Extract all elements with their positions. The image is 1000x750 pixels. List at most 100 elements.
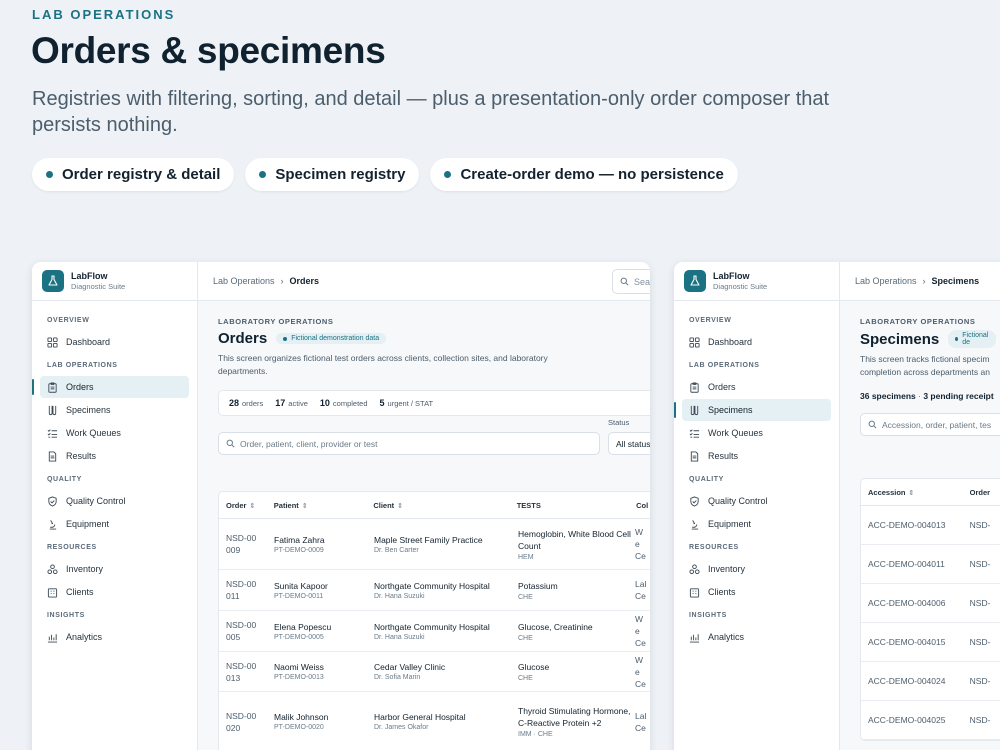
global-search-input[interactable]: Sea <box>612 269 650 294</box>
patient-name: Sunita Kapoor <box>274 580 328 591</box>
sidebar-item-clients[interactable]: Clients <box>40 581 189 603</box>
tests-cell: Glucose CHE <box>511 661 631 682</box>
sidebar-item-quality-control[interactable]: Quality Control <box>40 490 189 512</box>
order-id[interactable]: NSD- <box>970 637 1000 647</box>
sidebar-item-work-queues[interactable]: Work Queues <box>682 422 831 444</box>
breadcrumb-root[interactable]: Lab Operations <box>213 276 275 286</box>
provider-name: Dr. Ben Carter <box>374 546 419 554</box>
sidebar-item-analytics[interactable]: Analytics <box>40 626 189 648</box>
sidebar-item-orders[interactable]: Orders <box>32 376 189 398</box>
status-filter-select[interactable]: All status <box>608 432 650 455</box>
col-collection: Col <box>636 500 649 510</box>
accession-id[interactable]: ACC-DEMO-004011 <box>861 559 970 569</box>
table-header: Accession ⇕ Order <box>861 479 1000 506</box>
sidebar-item-analytics[interactable]: Analytics <box>682 626 831 648</box>
sidebar-item-orders[interactable]: Orders <box>682 376 831 398</box>
order-id[interactable]: NSD- <box>970 559 1000 569</box>
accession-id[interactable]: ACC-DEMO-004024 <box>861 676 970 686</box>
breadcrumb-current: Orders <box>289 276 320 286</box>
sidebar-item-equipment[interactable]: Equipment <box>682 513 831 535</box>
sidebar-item-results[interactable]: Results <box>40 445 189 467</box>
sidebar-item-inventory[interactable]: Inventory <box>682 558 831 580</box>
order-id[interactable]: NSD- <box>970 676 1000 686</box>
sidebar-item-equipment[interactable]: Equipment <box>40 513 189 535</box>
eyebrow: LAB OPERATIONS <box>32 7 176 22</box>
patient-name: Naomi Weiss <box>274 662 324 672</box>
order-search-input[interactable]: Order, patient, client, provider or test <box>218 432 600 455</box>
accession-id[interactable]: ACC-DEMO-004013 <box>861 520 970 530</box>
col-tests: TESTS <box>516 500 541 510</box>
brand[interactable]: LabFlow Diagnostic Suite <box>674 262 839 301</box>
sidebar-item-quality-control[interactable]: Quality Control <box>682 490 831 512</box>
table-row[interactable]: ACC-DEMO-004015 NSD- <box>861 623 1000 662</box>
table-body: ACC-DEMO-004013 NSD- ACC-DEMO-004011 NSD- AC… <box>861 506 1000 740</box>
page-title: Specimens <box>860 330 940 348</box>
order-id[interactable]: NSD-00005 <box>219 619 267 643</box>
building-icon <box>689 587 700 598</box>
col-accession[interactable]: Accession ⇕ <box>861 488 970 497</box>
patient-id: PT-DEMO-0013 <box>274 674 324 681</box>
search-icon <box>620 277 629 286</box>
order-id[interactable]: NSD- <box>970 520 1000 530</box>
breadcrumb-root[interactable]: Lab Operations <box>855 276 917 286</box>
sidebar-item-specimens[interactable]: Specimens <box>40 399 189 421</box>
col-patient[interactable]: Patient ⇕ <box>267 501 367 510</box>
dot-icon <box>259 171 267 178</box>
sidebar-item-inventory[interactable]: Inventory <box>40 558 189 580</box>
order-stats: 28 orders 17 active 10 completed 5 urgent / … <box>218 390 650 416</box>
table-row[interactable]: NSD-00009 Fatima Zahra PT-DEMO-0009 Maple S… <box>219 519 650 570</box>
client-cell: Cedar Valley Clinic Dr. Sofia Marin <box>367 662 511 681</box>
table-row[interactable]: ACC-DEMO-004006 NSD- <box>861 584 1000 623</box>
table-row[interactable]: NSD-00013 Naomi Weiss PT-DEMO-0013 Cedar Va… <box>219 652 650 692</box>
order-id[interactable]: NSD- <box>970 598 1000 608</box>
tests-list: Hemoglobin, White Blood Cell Count <box>518 528 631 551</box>
chart-icon <box>689 633 700 643</box>
table-row[interactable]: NSD-00005 Elena Popescu PT-DEMO-0005 Northg… <box>219 611 650 652</box>
client-cell: Northgate Community Hospital Dr. Hana Suz… <box>367 622 511 641</box>
sidebar-item-label: Specimens <box>708 405 753 415</box>
table-row[interactable]: ACC-DEMO-004013 NSD- <box>861 506 1000 545</box>
col-client[interactable]: Client ⇕ <box>366 501 509 510</box>
sidebar-item-clients[interactable]: Clients <box>682 581 831 603</box>
chevron-right-icon: › <box>922 276 926 286</box>
sort-icon: ⇕ <box>908 489 915 497</box>
accession-id[interactable]: ACC-DEMO-004006 <box>861 598 970 608</box>
accession-id[interactable]: ACC-DEMO-004025 <box>861 715 970 725</box>
specimen-search-input[interactable]: Accession, order, patient, tes <box>860 413 1000 436</box>
table-row[interactable]: ACC-DEMO-004024 NSD- <box>861 662 1000 701</box>
patient-id: PT-DEMO-0009 <box>274 546 324 554</box>
tests-cell: Thyroid Stimulating Hormone, C-Reactive … <box>511 705 631 738</box>
client-name: Cedar Valley Clinic <box>374 662 446 672</box>
table-row[interactable]: ACC-DEMO-004011 NSD- <box>861 545 1000 584</box>
sidebar-item-label: Work Queues <box>708 428 763 438</box>
tests-cell: Potassium CHE <box>511 580 631 601</box>
pill-order-registry: Order registry & detail <box>32 158 235 191</box>
brand[interactable]: LabFlow Diagnostic Suite <box>32 262 197 301</box>
order-id[interactable]: NSD-00013 <box>219 660 267 684</box>
order-id[interactable]: NSD-00020 <box>219 710 267 734</box>
stat-completed: 10 completed <box>319 398 368 408</box>
accession-id[interactable]: ACC-DEMO-004015 <box>861 637 970 647</box>
order-id[interactable]: NSD- <box>970 715 1000 725</box>
client-name: Harbor General Hospital <box>374 712 466 722</box>
col-order[interactable]: Order <box>970 488 1000 497</box>
col-order[interactable]: Order ⇕ <box>219 501 267 510</box>
sidebar-item-specimens[interactable]: Specimens <box>674 399 831 421</box>
table-row[interactable]: ACC-DEMO-004025 NSD- <box>861 701 1000 740</box>
microscope-icon <box>691 519 699 530</box>
sidebar-item-results[interactable]: Results <box>682 445 831 467</box>
sidebar-item-work-queues[interactable]: Work Queues <box>40 422 189 444</box>
order-id[interactable]: NSD-00011 <box>219 578 267 602</box>
patient-cell: Naomi Weiss PT-DEMO-0013 <box>267 662 367 681</box>
order-id[interactable]: NSD-00009 <box>219 532 267 556</box>
table-row[interactable]: NSD-00011 Sunita Kapoor PT-DEMO-0011 Northg… <box>219 570 650 611</box>
sidebar-item-dashboard[interactable]: Dashboard <box>682 331 831 353</box>
tests-list: Potassium <box>518 580 558 591</box>
brand-name: LabFlow <box>71 270 108 281</box>
pill-specimen-registry: Specimen registry <box>245 158 420 191</box>
sidebar-item-dashboard[interactable]: Dashboard <box>40 331 189 353</box>
breadcrumb-current: Specimens <box>931 276 980 286</box>
sidebar-item-label: Equipment <box>66 519 110 529</box>
table-row[interactable]: NSD-00020 Malik Johnson PT-DEMO-0020 Harbor… <box>219 692 650 750</box>
search-placeholder: Accession, order, patient, tes <box>882 419 992 430</box>
